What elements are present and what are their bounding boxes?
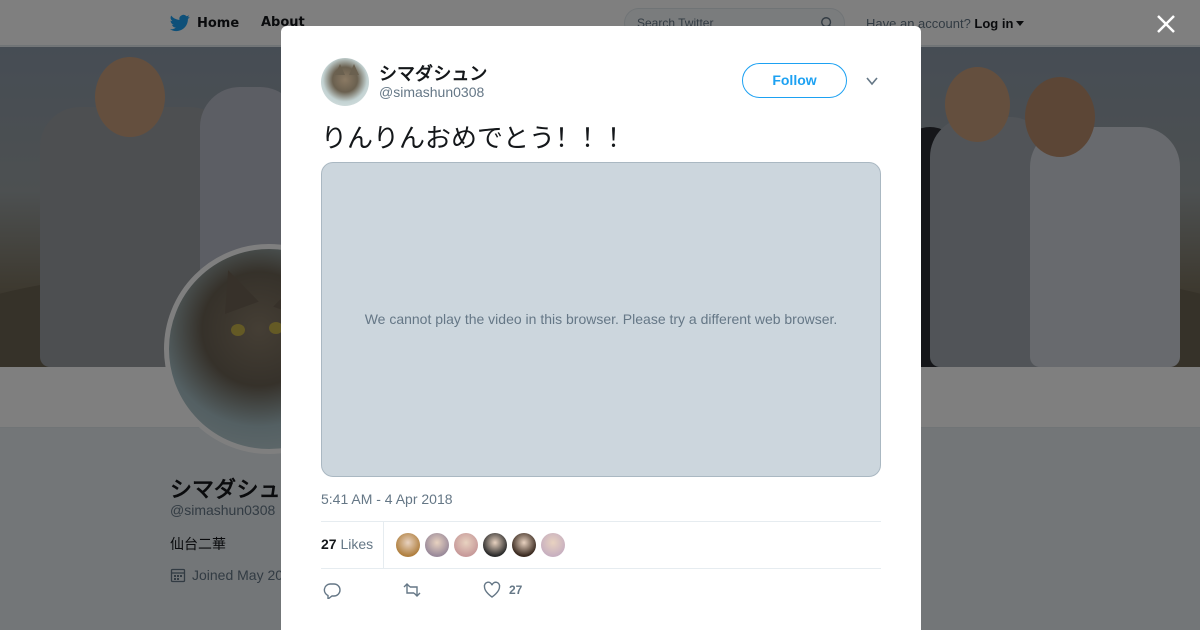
video-unsupported-message: We cannot play the video in this browser… [364, 311, 838, 327]
likers-avatar-list [396, 533, 565, 557]
tweet-author-name[interactable]: シマダシュン [379, 60, 487, 86]
tweet-timestamp[interactable]: 5:41 AM - 4 Apr 2018 [321, 491, 453, 507]
liker-avatar[interactable] [512, 533, 536, 557]
likes-stat[interactable]: 27 Likes [321, 536, 373, 552]
retweet-icon [403, 583, 421, 597]
tweet-stats: 27 Likes [321, 521, 881, 569]
close-icon[interactable] [1154, 12, 1178, 36]
chevron-down-icon[interactable] [865, 74, 879, 88]
tweet-actions: 27 [321, 579, 881, 603]
reply-button[interactable] [323, 581, 341, 599]
tweet-text: りんりんおめでとう！！！ [321, 124, 634, 154]
heart-icon [483, 581, 501, 598]
likes-label: Likes [340, 536, 374, 552]
reply-icon [323, 583, 341, 599]
likes-count: 27 [321, 536, 337, 552]
liker-avatar[interactable] [541, 533, 565, 557]
liker-avatar[interactable] [396, 533, 420, 557]
liker-avatar[interactable] [454, 533, 478, 557]
tweet-author-avatar[interactable] [321, 58, 369, 106]
tweet-video-player[interactable]: We cannot play the video in this browser… [321, 162, 881, 477]
stats-divider [383, 522, 384, 568]
liker-avatar[interactable] [483, 533, 507, 557]
like-button[interactable]: 27 [483, 581, 522, 599]
tweet-modal: シマダシュン @simashun0308 Follow りんりんおめでとう！！！… [281, 26, 921, 630]
like-count: 27 [509, 583, 523, 597]
follow-button[interactable]: Follow [742, 63, 847, 98]
retweet-button[interactable] [403, 581, 421, 599]
liker-avatar[interactable] [425, 533, 449, 557]
tweet-author-handle[interactable]: @simashun0308 [379, 84, 484, 100]
